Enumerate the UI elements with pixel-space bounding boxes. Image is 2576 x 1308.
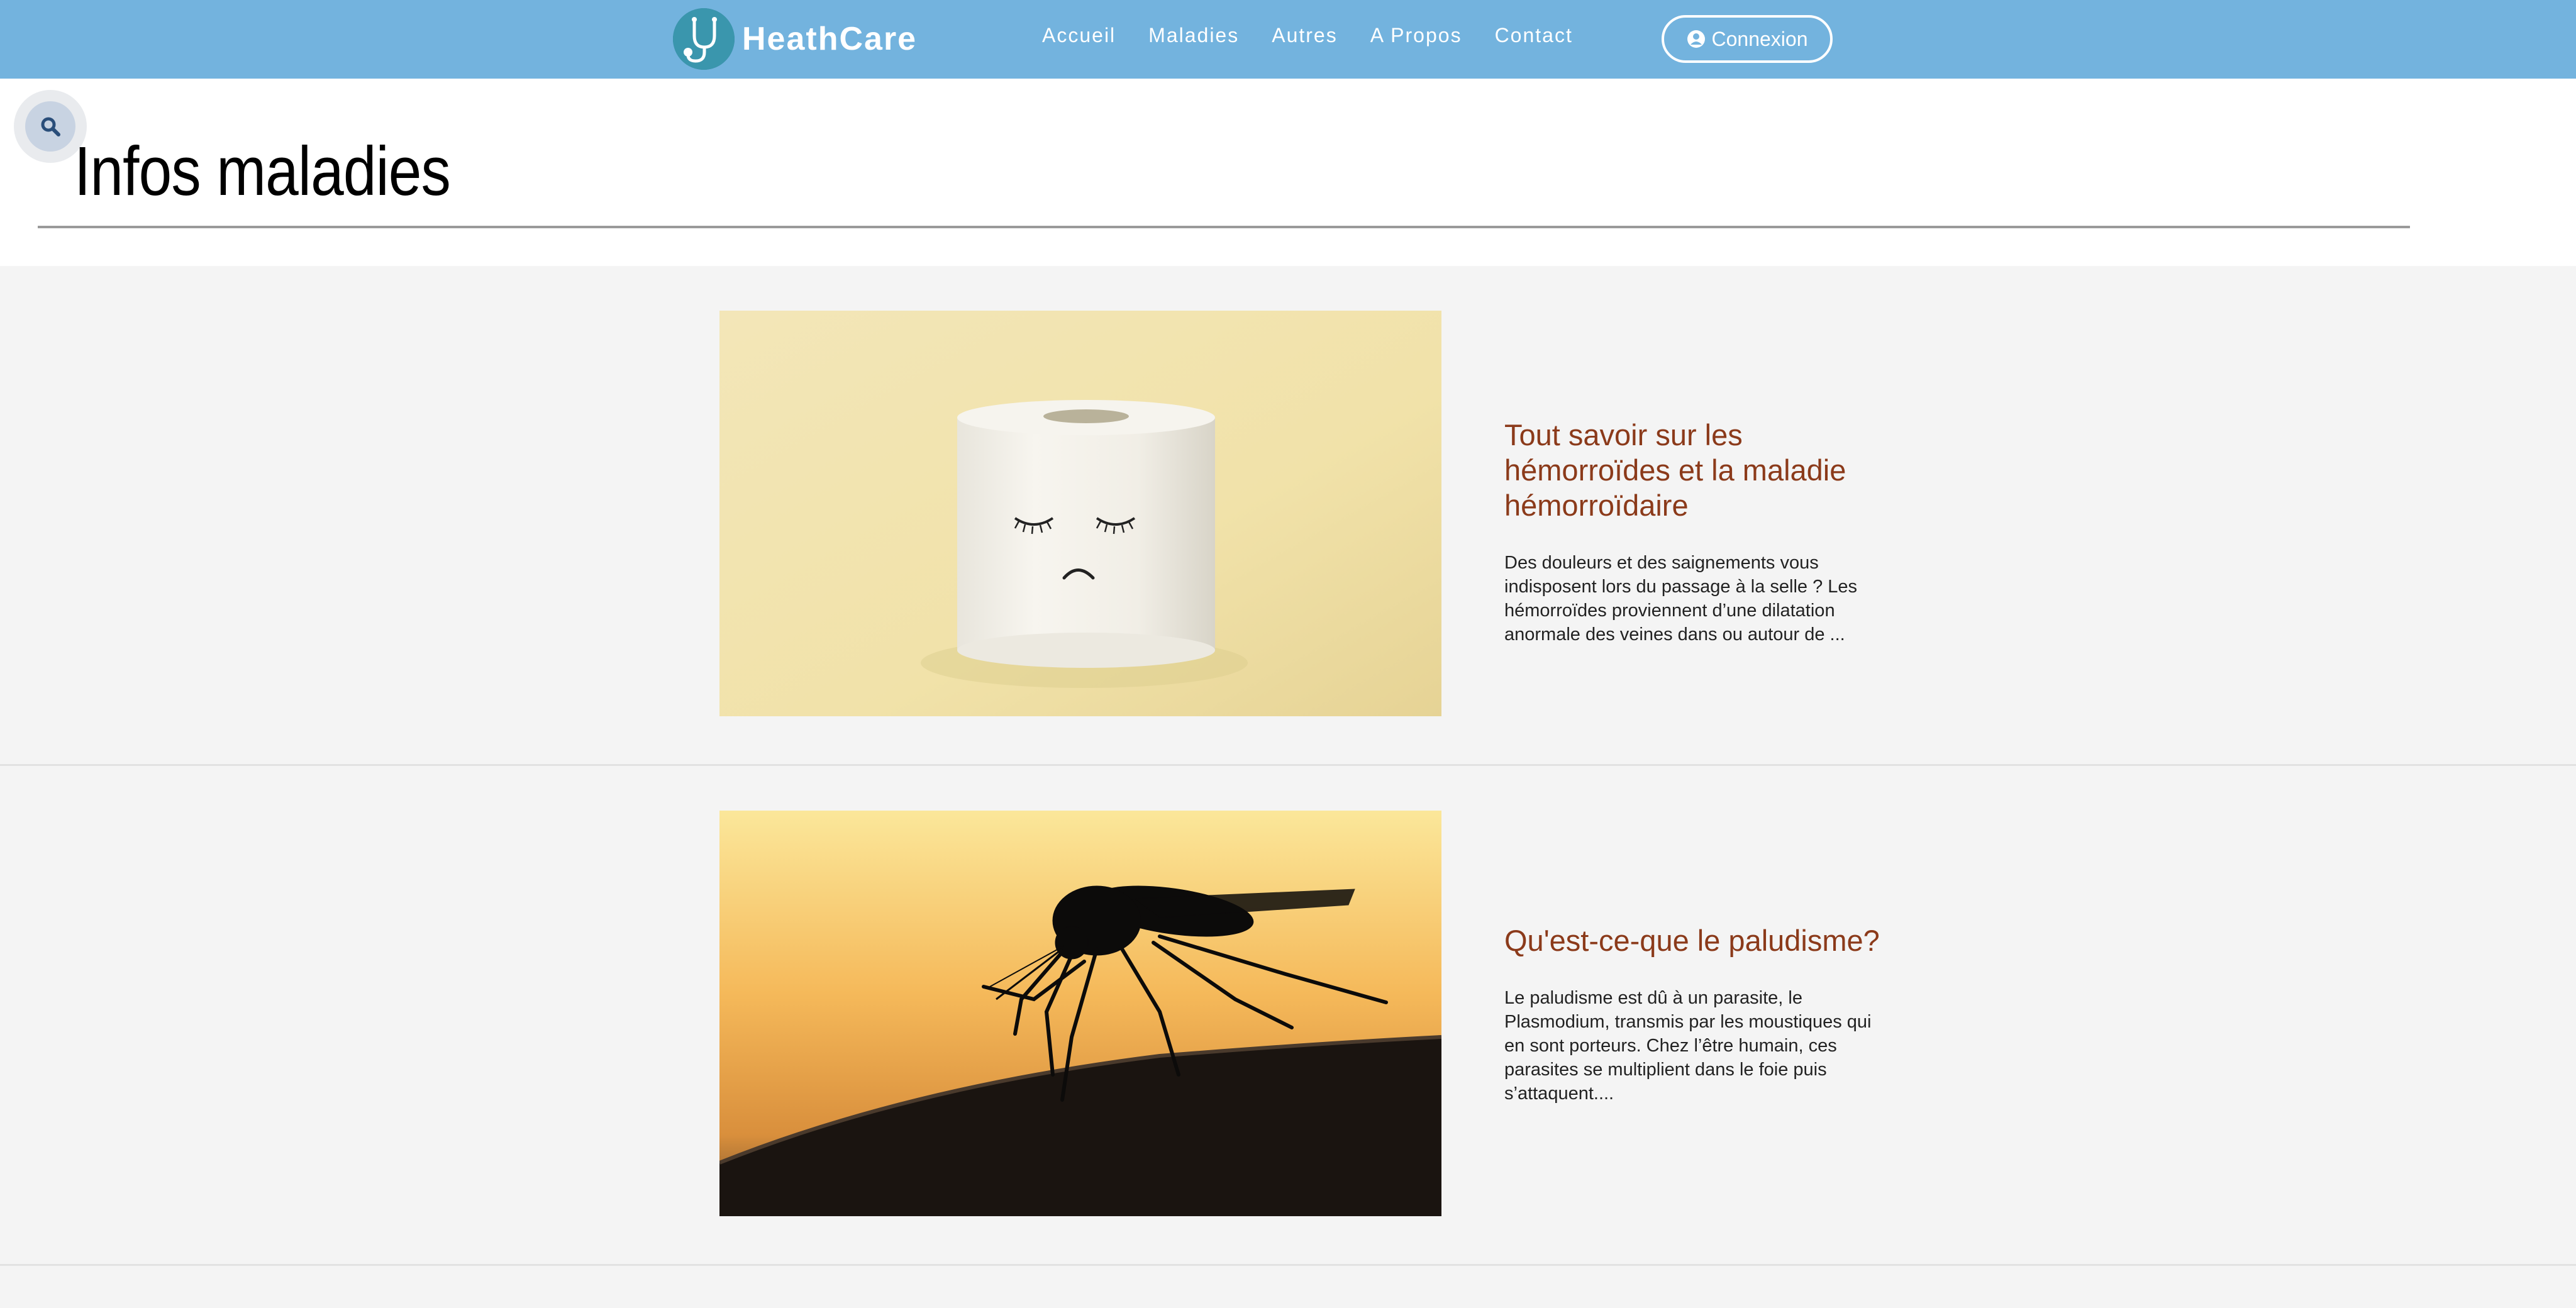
article-image-mosquito[interactable] [719, 811, 1441, 1216]
search-icon [41, 117, 60, 136]
article-title[interactable]: Tout savoir sur les hémorroïdes et la ma… [1504, 418, 1894, 523]
article-excerpt: Le paludisme est dû à un parasite, le Pl… [1504, 988, 1872, 1104]
article-excerpt: Des douleurs et des saignements vous ind… [1504, 553, 1858, 645]
nav-link-contact[interactable]: Contact [1495, 24, 1573, 47]
article-text: Qu'est-ce-que le paludisme? Le paludisme… [1504, 923, 1894, 1106]
user-circle-icon [1687, 30, 1705, 48]
article-image-toilet-paper[interactable] [719, 311, 1441, 716]
nav-link-accueil[interactable]: Accueil [1042, 24, 1116, 47]
nav-link-a-propos[interactable]: A Propos [1370, 24, 1462, 47]
article-card: Qu'est-ce-que le paludisme? Le paludisme… [0, 766, 2576, 1266]
nav-link-maladies[interactable]: Maladies [1148, 24, 1239, 47]
brand-name: HeathCare [742, 21, 918, 57]
article-text: Tout savoir sur les hémorroïdes et la ma… [1504, 418, 1894, 646]
article-card: Tout savoir sur les hémorroïdes et la ma… [0, 266, 2576, 766]
article-title[interactable]: Qu'est-ce-que le paludisme? [1504, 923, 1894, 958]
stethoscope-icon [673, 8, 735, 70]
main-nav: Accueil Maladies Autres A Propos Contact [1042, 24, 1606, 47]
title-divider [38, 226, 2410, 228]
brand-logo[interactable]: HeathCare [673, 8, 918, 70]
login-label: Connexion [1711, 27, 1808, 50]
page-title: Infos maladies [74, 133, 451, 210]
search-button-inner [25, 101, 75, 152]
login-button[interactable]: Connexion [1662, 15, 1833, 63]
page-header: Infos maladies [0, 79, 2576, 266]
top-navbar: HeathCare Accueil Maladies Autres A Prop… [0, 0, 2576, 79]
nav-link-autres[interactable]: Autres [1272, 24, 1337, 47]
